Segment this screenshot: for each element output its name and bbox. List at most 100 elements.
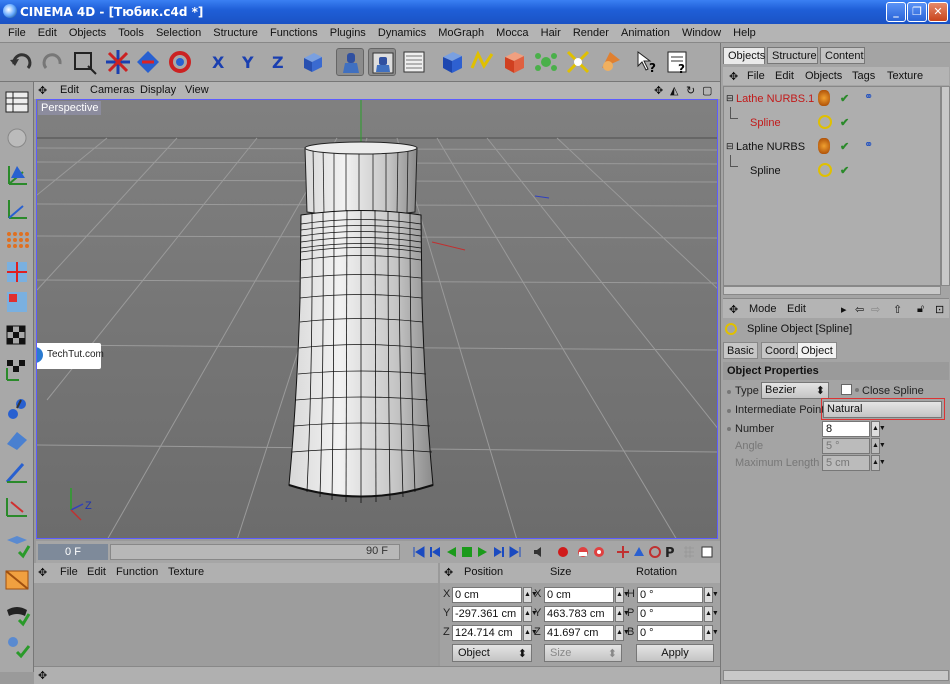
texture-mode-icon[interactable]: [3, 322, 31, 350]
animation-dot-icon[interactable]: [727, 409, 731, 413]
position-y-spinner[interactable]: ▲▼: [523, 606, 538, 622]
viewport-menu-view[interactable]: View: [185, 84, 209, 96]
number-field[interactable]: 8: [822, 421, 870, 437]
size-z-field[interactable]: 41.697 cm: [544, 625, 614, 641]
menu-objects[interactable]: Objects: [69, 24, 106, 39]
viewport-pan-icon[interactable]: ✥: [654, 84, 663, 97]
record-icon[interactable]: [556, 544, 570, 560]
materials-menu-function[interactable]: Function: [116, 566, 158, 578]
menu-mograph[interactable]: MoGraph: [438, 24, 484, 39]
scene-light-icon[interactable]: [596, 48, 624, 76]
maximize-button[interactable]: ❐: [907, 2, 927, 22]
menu-tools[interactable]: Tools: [118, 24, 144, 39]
object-lathe-nurbs-1[interactable]: Lathe NURBS.1: [736, 93, 814, 105]
status-move-icon[interactable]: ✥: [38, 669, 47, 682]
help-pointer-icon[interactable]: ?: [634, 48, 662, 76]
goto-start-icon[interactable]: [412, 544, 426, 560]
am-menu-mode[interactable]: Mode: [749, 303, 777, 315]
position-x-field[interactable]: 0 cm: [452, 587, 522, 603]
model-mode-icon[interactable]: [3, 124, 31, 152]
menu-functions[interactable]: Functions: [270, 24, 318, 39]
om-menu-objects[interactable]: Objects: [805, 70, 842, 82]
object-list-hscrollbar[interactable]: [723, 286, 941, 295]
polygons-mode-icon[interactable]: [3, 288, 31, 316]
object-manager-move-icon[interactable]: ✥: [729, 70, 738, 83]
play-backward-icon[interactable]: [444, 544, 458, 560]
position-z-field[interactable]: 124.714 cm: [452, 625, 522, 641]
om-menu-edit[interactable]: Edit: [775, 70, 794, 82]
autokey-icon[interactable]: [576, 544, 590, 560]
render-picture-icon[interactable]: [3, 566, 31, 594]
position-x-spinner[interactable]: ▲▼: [523, 587, 538, 603]
points-mode-icon[interactable]: [3, 228, 31, 256]
stop-icon[interactable]: [460, 544, 474, 560]
object-spline-1[interactable]: Spline: [750, 117, 781, 129]
rotation-p-spinner[interactable]: ▲▼: [704, 606, 719, 622]
attribute-manager-move-icon[interactable]: ✥: [729, 303, 738, 316]
spline-pen-icon[interactable]: [468, 48, 496, 76]
size-x-spinner[interactable]: ▲▼: [615, 587, 630, 603]
size-mode-dropdown[interactable]: Size ⬍: [544, 644, 622, 662]
animation-dot-icon[interactable]: [855, 388, 859, 392]
move-tool-icon[interactable]: [104, 48, 132, 76]
viewport-move-icon[interactable]: ✥: [38, 84, 47, 97]
menu-window[interactable]: Window: [682, 24, 721, 39]
position-z-spinner[interactable]: ▲▼: [523, 625, 538, 641]
visibility-check-icon[interactable]: ✔: [840, 92, 849, 105]
next-key-icon[interactable]: [492, 544, 506, 560]
om-menu-tags[interactable]: Tags: [852, 70, 875, 82]
viewport-rotate-icon[interactable]: ↻: [686, 84, 695, 97]
visibility-check-icon[interactable]: ✔: [840, 140, 849, 153]
object-lathe-nurbs[interactable]: Lathe NURBS: [736, 141, 805, 153]
tab-content[interactable]: Content: [820, 47, 865, 64]
size-x-field[interactable]: 0 cm: [544, 587, 614, 603]
parameter-key-icon[interactable]: P: [664, 544, 678, 560]
am-menu-edit[interactable]: Edit: [787, 303, 806, 315]
scale-tool-icon[interactable]: [134, 48, 162, 76]
z-axis-lock-icon[interactable]: Z: [266, 48, 294, 76]
scale-key-icon[interactable]: [632, 544, 646, 560]
undo-icon[interactable]: [8, 48, 36, 76]
nurbs-object-icon[interactable]: [500, 48, 528, 76]
animation-mode-icon[interactable]: [3, 394, 31, 422]
tab-structure[interactable]: Structure: [767, 47, 818, 64]
close-button[interactable]: ✕: [928, 2, 948, 22]
pla-key-icon[interactable]: [682, 544, 696, 560]
materials-move-icon[interactable]: ✥: [38, 566, 47, 579]
menu-structure[interactable]: Structure: [213, 24, 258, 39]
apply-button[interactable]: Apply: [636, 644, 714, 662]
animation-dot-icon[interactable]: [727, 390, 731, 394]
selection-rect-icon[interactable]: [70, 48, 98, 76]
position-key-icon[interactable]: [616, 544, 630, 560]
am-expand-icon[interactable]: ▸: [841, 303, 847, 316]
om-menu-file[interactable]: File: [747, 70, 765, 82]
array-object-icon[interactable]: [532, 48, 560, 76]
scheme-icon[interactable]: [700, 544, 714, 560]
materials-menu-texture[interactable]: Texture: [168, 566, 204, 578]
am-lock-icon[interactable]: 🔓︎: [917, 303, 924, 316]
rotation-h-field[interactable]: 0 °: [637, 587, 703, 603]
prev-key-icon[interactable]: [428, 544, 442, 560]
visibility-check-icon[interactable]: ✔: [840, 116, 849, 129]
object-list[interactable]: ⊟ Lathe NURBS.1 ✔ ⚭ Spline ✔ ⊟ Lathe NUR…: [723, 86, 941, 286]
cube-primitive-icon[interactable]: [438, 48, 466, 76]
axis-mode-icon[interactable]: [3, 194, 31, 222]
tab-objects[interactable]: Objects: [723, 47, 765, 64]
rotation-h-spinner[interactable]: ▲▼: [704, 587, 719, 603]
size-y-spinner[interactable]: ▲▼: [615, 606, 630, 622]
render-view-icon[interactable]: [3, 532, 31, 560]
size-z-spinner[interactable]: ▲▼: [615, 625, 630, 641]
attribute-hscrollbar[interactable]: [723, 670, 949, 681]
render-settings-icon[interactable]: [3, 600, 31, 628]
menu-edit[interactable]: Edit: [38, 24, 57, 39]
am-back-icon[interactable]: ⇦: [855, 303, 864, 316]
number-spinner[interactable]: ▲▼: [871, 421, 886, 437]
am-up-icon[interactable]: ⇧: [893, 303, 902, 316]
menu-animation[interactable]: Animation: [621, 24, 670, 39]
deformer-icon[interactable]: [564, 48, 592, 76]
texture-tool-icon[interactable]: [400, 48, 428, 76]
am-forward-icon[interactable]: ⇨: [871, 303, 880, 316]
use-object-tool-icon[interactable]: [368, 48, 396, 76]
tab-coord[interactable]: Coord.: [761, 342, 803, 359]
menu-help[interactable]: Help: [733, 24, 756, 39]
